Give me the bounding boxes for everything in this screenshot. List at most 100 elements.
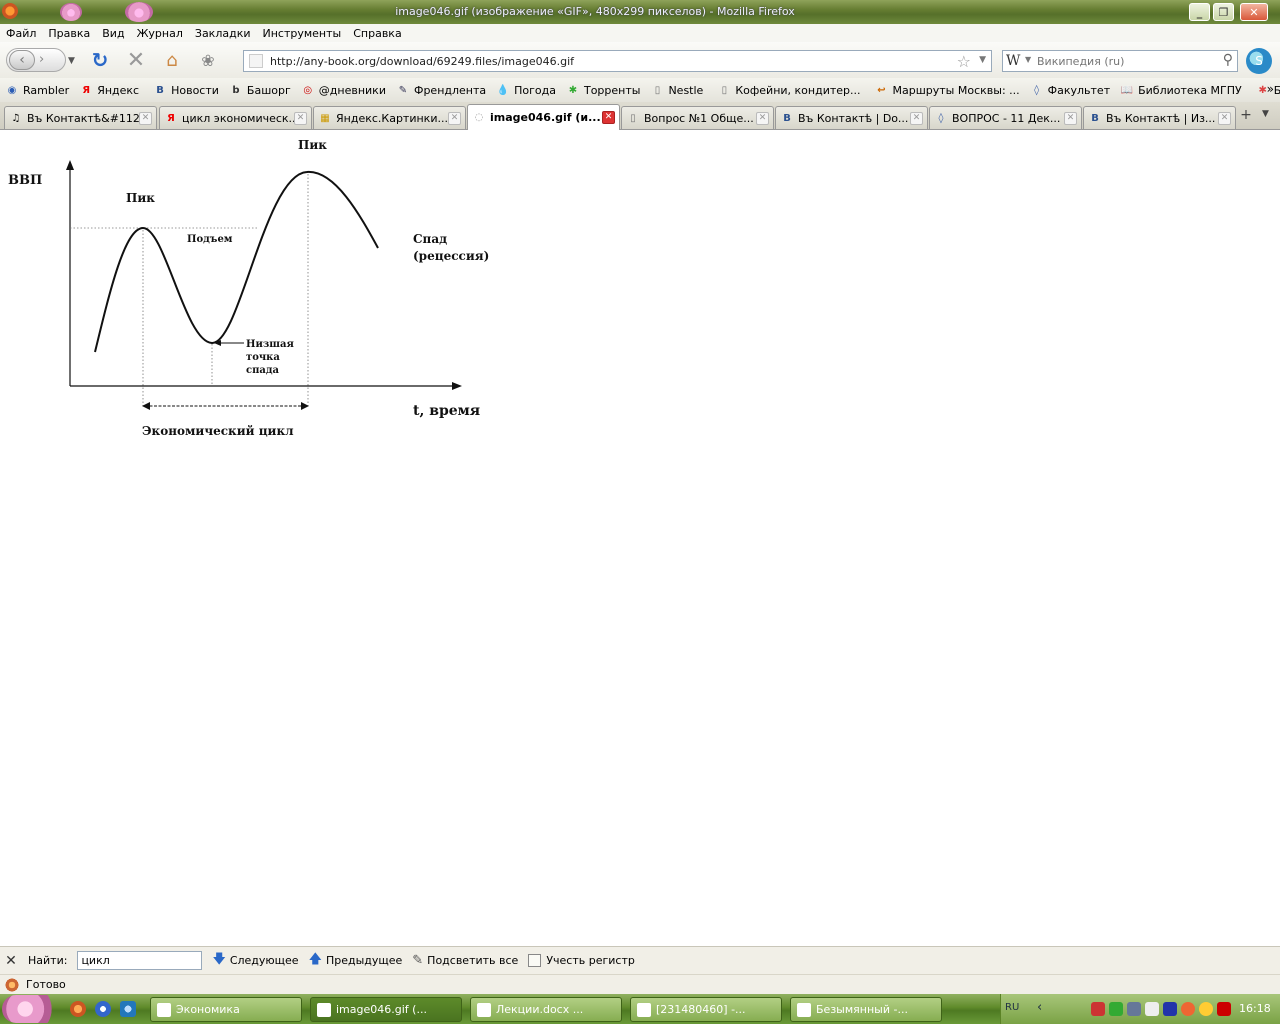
url-text: http://any-book.org/download/69249.files… <box>270 54 574 68</box>
taskbar-button[interactable]: Лекции.docx ... <box>470 997 622 1022</box>
browser-tab[interactable]: ♫ Въ Контактѣ&#112... ✕ <box>4 106 157 129</box>
addon-icon[interactable]: ❀ <box>196 49 220 71</box>
menu-item[interactable]: Журнал <box>131 27 189 40</box>
ie-quicklaunch-icon[interactable] <box>120 1001 136 1017</box>
m-tray-icon[interactable] <box>1145 1002 1159 1016</box>
search-bar[interactable]: W ▼ ⚲ <box>1002 50 1238 72</box>
menu-item[interactable]: Закладки <box>189 27 257 40</box>
bash-icon: b <box>232 84 240 96</box>
taskbar-button[interactable]: image046.gif (... <box>310 997 462 1022</box>
bookmark-item[interactable]: В Новости <box>148 83 224 97</box>
browser-tab[interactable]: ▦ Яндекс.Картинки... ✕ <box>313 106 466 129</box>
window-app-icon <box>317 1002 331 1017</box>
reload-icon[interactable]: ↻ <box>88 48 112 72</box>
close-tab-icon[interactable]: ✕ <box>448 111 461 125</box>
search-icon[interactable]: ⚲ <box>1223 52 1233 68</box>
taskbar-button[interactable]: Безымянный -... <box>790 997 942 1022</box>
close-findbar-icon[interactable]: ✕ <box>0 953 22 969</box>
bookmark-item[interactable]: 💧 Погода <box>491 83 561 97</box>
close-tab-icon[interactable]: ✕ <box>294 111 307 125</box>
bookmark-item[interactable]: ◎ @дневники <box>296 83 391 97</box>
bookmark-item[interactable]: ↩ Маршруты Москвы: ... <box>870 83 1025 97</box>
close-tab-icon[interactable]: ✕ <box>910 111 923 125</box>
close-tab-icon[interactable]: ✕ <box>1218 111 1231 125</box>
faculty-icon: ◊ <box>1034 84 1040 96</box>
bookmark-item[interactable]: 📖 Библиотека МГПУ <box>1115 83 1247 97</box>
window-app-icon <box>477 1002 491 1017</box>
browser-tab[interactable]: ◌ image046.gif (и... ✕ <box>467 104 620 130</box>
close-window-button[interactable]: ✕ <box>1240 3 1268 21</box>
find-input[interactable]: цикл <box>77 951 203 970</box>
bookmark-item[interactable]: ◉ Rambler <box>0 83 74 97</box>
browser-tab[interactable]: ▯ Вопрос №1 Обще... ✕ <box>621 106 774 129</box>
taskbar-button-label: Безымянный -... <box>816 1003 908 1016</box>
browser-tab[interactable]: В Въ Контактѣ | Из... ✕ <box>1083 106 1236 129</box>
bookmark-item[interactable]: ✎ Френдлента <box>391 83 491 97</box>
close-tab-icon[interactable]: ✕ <box>602 111 615 124</box>
yandex-tray-icon[interactable] <box>1217 1002 1231 1016</box>
menu-item[interactable]: Вид <box>96 27 130 40</box>
ru-tray-icon[interactable] <box>1163 1002 1177 1016</box>
tab-list-dropdown-icon[interactable]: ▼ <box>1262 109 1269 119</box>
status-addon-icon[interactable] <box>4 977 20 992</box>
maximize-button[interactable]: ❐ <box>1213 3 1234 21</box>
tray-collapse-icon[interactable]: ‹ <box>1037 1000 1042 1015</box>
bookmark-item[interactable]: ✱ Торренты <box>561 83 645 97</box>
back-button[interactable]: ‹ <box>9 50 35 70</box>
tab-label: Яндекс.Картинки... <box>336 111 448 125</box>
url-bar[interactable]: http://any-book.org/download/69249.files… <box>243 50 992 72</box>
firefox-quicklaunch-icon[interactable] <box>70 1001 86 1017</box>
pdf-tray-icon[interactable] <box>1091 1002 1105 1016</box>
yandex-bar-tray-icon[interactable] <box>1199 1002 1213 1016</box>
browser-tab[interactable]: Яцикл экономическ... ✕ <box>159 106 312 129</box>
minimize-button[interactable]: _ <box>1189 3 1210 21</box>
browser-tab[interactable]: ◊ ВОПРОС - 11 Дек... ✕ <box>929 106 1082 129</box>
new-tab-button[interactable]: + <box>1235 107 1257 127</box>
more-bookmarks-icon[interactable]: » <box>1267 82 1274 96</box>
media-player-quicklaunch-icon[interactable] <box>95 1001 111 1017</box>
bookmark-label: Кофейни, кондитер... <box>735 83 861 97</box>
forward-button[interactable]: › <box>39 52 44 67</box>
close-tab-icon[interactable]: ✕ <box>756 111 769 125</box>
skype-icon[interactable]: S <box>1246 48 1272 74</box>
find-previous-button[interactable]: 🡅 Предыдущее <box>309 950 403 972</box>
bookmark-star-icon[interactable]: ☆ <box>957 52 971 71</box>
url-dropdown-icon[interactable]: ▼ <box>979 55 986 65</box>
history-dropdown-icon[interactable]: ▼ <box>68 56 75 66</box>
bookmark-item[interactable]: ▯ Nestle <box>645 83 708 97</box>
menu-item[interactable]: Файл <box>0 27 42 40</box>
language-indicator[interactable]: RU <box>1005 1002 1019 1013</box>
arrow-down-icon: 🡇 <box>212 951 226 967</box>
taskbar-button[interactable]: Экономика <box>150 997 302 1022</box>
bookmark-label: Факультет <box>1047 83 1111 97</box>
bookmark-item[interactable]: ◊ Факультет <box>1025 83 1115 97</box>
start-button[interactable] <box>2 995 60 1023</box>
browser-tray-icon[interactable] <box>1181 1002 1195 1016</box>
status-text: Готово <box>26 978 66 991</box>
find-next-button[interactable]: 🡇 Следующее <box>212 950 298 972</box>
home-icon[interactable]: ⌂ <box>160 49 184 71</box>
taskbar-button[interactable]: [231480460] -... <box>630 997 782 1022</box>
search-input[interactable] <box>1037 53 1207 69</box>
site-identity-icon[interactable] <box>249 54 263 68</box>
browser-tab[interactable]: В Въ Контактѣ | Do... ✕ <box>775 106 928 129</box>
wikipedia-icon[interactable]: W <box>1006 53 1020 69</box>
menu-item[interactable]: Правка <box>42 27 96 40</box>
check-tray-icon[interactable] <box>1109 1002 1123 1016</box>
match-case-checkbox[interactable]: Учесть регистр <box>528 954 635 967</box>
search-engine-dropdown-icon[interactable]: ▼ <box>1025 55 1031 64</box>
network-tray-icon[interactable] <box>1127 1002 1141 1016</box>
stop-icon[interactable]: ✕ <box>124 48 148 73</box>
menu-item[interactable]: Справка <box>347 27 407 40</box>
close-tab-icon[interactable]: ✕ <box>139 111 152 125</box>
bookmark-item[interactable]: ✱БТ-Дневник <box>1251 83 1280 97</box>
bookmark-item[interactable]: Я Яндекс <box>74 83 144 97</box>
menu-item[interactable]: Инструменты <box>257 27 348 40</box>
bookmark-item[interactable]: ▯ Кофейни, кондитер... <box>712 83 865 97</box>
bookmark-label: Маршруты Москвы: ... <box>892 83 1020 97</box>
highlight-all-button[interactable]: ✎ Подсветить все <box>412 953 518 968</box>
bookmark-label: Библиотека МГПУ <box>1138 83 1242 97</box>
close-tab-icon[interactable]: ✕ <box>1064 111 1077 125</box>
bookmark-label: @дневники <box>318 83 386 97</box>
bookmark-item[interactable]: b Башорг <box>224 83 296 97</box>
